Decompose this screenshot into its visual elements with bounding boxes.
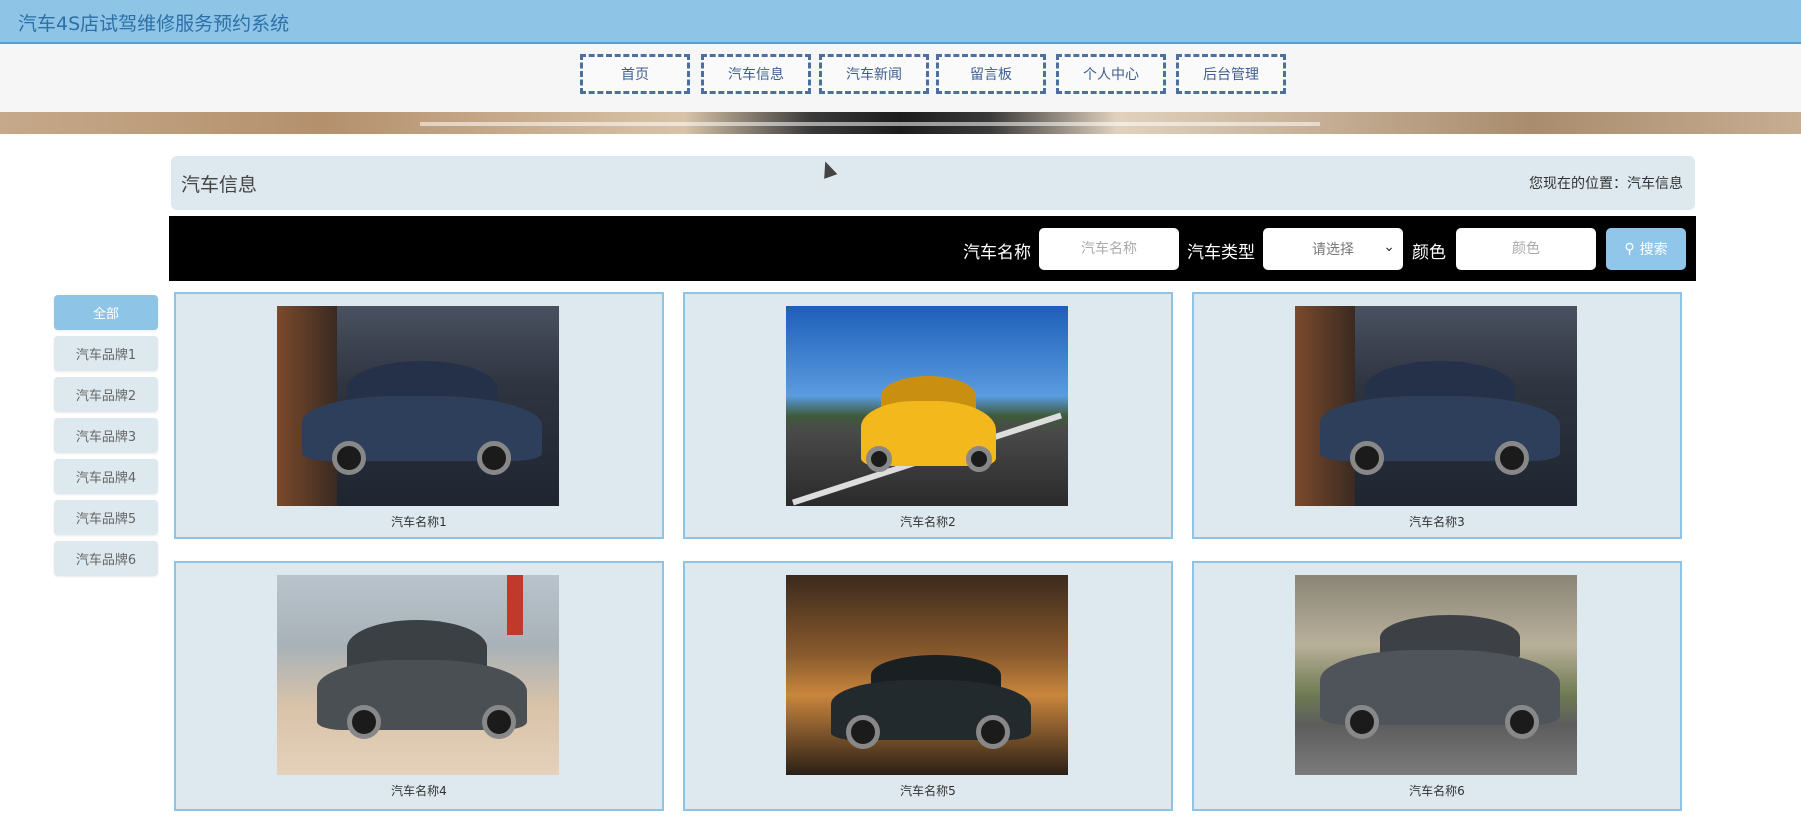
car-card-2[interactable]: 汽车名称2 <box>683 292 1173 539</box>
car-name-1[interactable]: 汽车名称1 <box>176 513 662 530</box>
car-name-5[interactable]: 汽车名称5 <box>685 782 1171 799</box>
car-image-4[interactable] <box>277 575 559 775</box>
search-icon: ⚲ <box>1624 241 1635 257</box>
car-card-1[interactable]: 汽车名称1 <box>174 292 664 539</box>
search-bar: 汽车名称 汽车类型 请选择 ⌄ 颜色 ⚲ 搜索 <box>169 216 1696 281</box>
car-name-6[interactable]: 汽车名称6 <box>1194 782 1680 799</box>
car-image-5[interactable] <box>786 575 1068 775</box>
car-type-select[interactable]: 请选择 ⌄ <box>1263 228 1403 270</box>
section-header: 汽车信息 您现在的位置：汽车信息 <box>171 156 1695 210</box>
car-card-4[interactable]: 汽车名称4 <box>174 561 664 811</box>
car-image-6[interactable] <box>1295 575 1577 775</box>
site-header: 汽车4S店试驾维修服务预约系统 <box>0 0 1801 44</box>
car-image-3[interactable] <box>1295 306 1577 506</box>
nav-personal-center[interactable]: 个人中心 <box>1056 54 1166 94</box>
sidebar-item-brand2[interactable]: 汽车品牌2 <box>54 377 158 412</box>
breadcrumb: 您现在的位置：汽车信息 <box>1529 176 1683 192</box>
sidebar-item-brand3[interactable]: 汽车品牌3 <box>54 418 158 453</box>
sidebar-item-brand6[interactable]: 汽车品牌6 <box>54 541 158 576</box>
nav-car-info[interactable]: 汽车信息 <box>701 54 811 94</box>
car-card-3[interactable]: 汽车名称3 <box>1192 292 1682 539</box>
site-title: 汽车4S店试驾维修服务预约系统 <box>18 13 290 35</box>
nav-message-board[interactable]: 留言板 <box>936 54 1046 94</box>
sidebar-item-brand5[interactable]: 汽车品牌5 <box>54 500 158 535</box>
main-nav: 首页 汽车信息 汽车新闻 留言板 个人中心 后台管理 <box>0 44 1801 112</box>
sidebar-item-brand1[interactable]: 汽车品牌1 <box>54 336 158 371</box>
color-label: 颜色 <box>1412 243 1446 263</box>
car-name-2[interactable]: 汽车名称2 <box>685 513 1171 530</box>
sidebar-item-brand4[interactable]: 汽车品牌4 <box>54 459 158 494</box>
car-card-6[interactable]: 汽车名称6 <box>1192 561 1682 811</box>
chevron-down-icon: ⌄ <box>1383 239 1395 255</box>
section-title: 汽车信息 <box>181 174 258 196</box>
color-input[interactable] <box>1456 228 1596 270</box>
banner-image <box>0 112 1801 134</box>
car-image-2[interactable] <box>786 306 1068 506</box>
search-button-label: 搜索 <box>1639 242 1668 258</box>
search-button[interactable]: ⚲ 搜索 <box>1606 228 1686 270</box>
sidebar-item-all[interactable]: 全部 <box>54 295 158 330</box>
car-name-3[interactable]: 汽车名称3 <box>1194 513 1680 530</box>
car-name-4[interactable]: 汽车名称4 <box>176 782 662 799</box>
car-type-selected: 请选择 <box>1312 242 1354 258</box>
nav-admin[interactable]: 后台管理 <box>1176 54 1286 94</box>
car-card-5[interactable]: 汽车名称5 <box>683 561 1173 811</box>
nav-home[interactable]: 首页 <box>580 54 690 94</box>
car-type-label: 汽车类型 <box>1187 243 1255 263</box>
car-name-label: 汽车名称 <box>963 243 1031 263</box>
brand-sidebar: 全部 汽车品牌1 汽车品牌2 汽车品牌3 汽车品牌4 汽车品牌5 汽车品牌6 <box>54 295 158 582</box>
car-name-input[interactable] <box>1039 228 1179 270</box>
nav-car-news[interactable]: 汽车新闻 <box>819 54 929 94</box>
car-image-1[interactable] <box>277 306 559 506</box>
